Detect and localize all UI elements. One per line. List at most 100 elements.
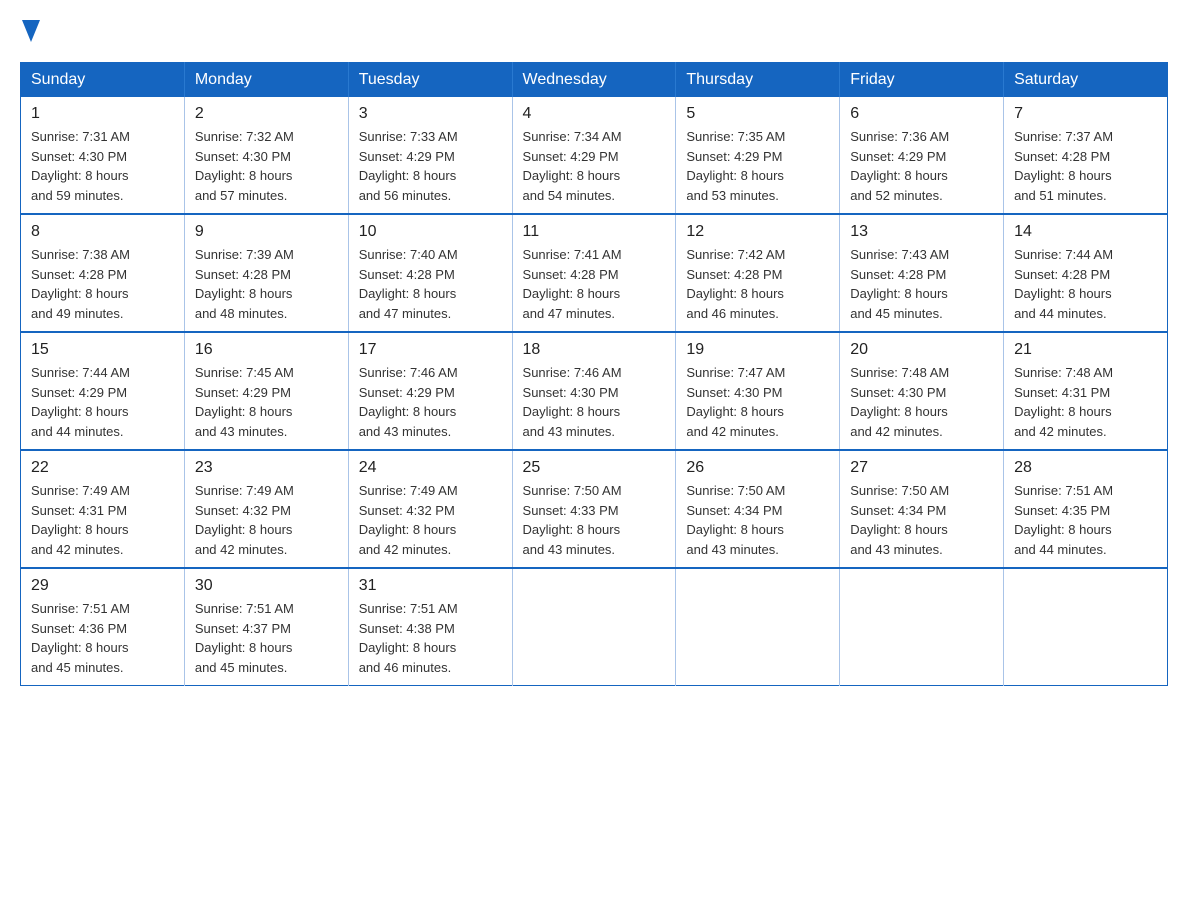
day-info: Sunrise: 7:31 AM Sunset: 4:30 PM Dayligh… xyxy=(31,127,174,205)
calendar-cell: 4 Sunrise: 7:34 AM Sunset: 4:29 PM Dayli… xyxy=(512,97,676,214)
weekday-wednesday: Wednesday xyxy=(512,63,676,98)
day-number: 3 xyxy=(359,105,502,123)
calendar-cell: 7 Sunrise: 7:37 AM Sunset: 4:28 PM Dayli… xyxy=(1004,97,1168,214)
day-number: 1 xyxy=(31,105,174,123)
calendar-cell: 28 Sunrise: 7:51 AM Sunset: 4:35 PM Dayl… xyxy=(1004,450,1168,568)
day-number: 16 xyxy=(195,341,338,359)
day-info: Sunrise: 7:50 AM Sunset: 4:34 PM Dayligh… xyxy=(686,481,829,559)
calendar-cell: 29 Sunrise: 7:51 AM Sunset: 4:36 PM Dayl… xyxy=(21,568,185,686)
calendar-week-1: 1 Sunrise: 7:31 AM Sunset: 4:30 PM Dayli… xyxy=(21,97,1168,214)
calendar-cell: 26 Sunrise: 7:50 AM Sunset: 4:34 PM Dayl… xyxy=(676,450,840,568)
day-info: Sunrise: 7:33 AM Sunset: 4:29 PM Dayligh… xyxy=(359,127,502,205)
day-info: Sunrise: 7:39 AM Sunset: 4:28 PM Dayligh… xyxy=(195,245,338,323)
calendar-table: SundayMondayTuesdayWednesdayThursdayFrid… xyxy=(20,62,1168,686)
calendar-week-4: 22 Sunrise: 7:49 AM Sunset: 4:31 PM Dayl… xyxy=(21,450,1168,568)
weekday-thursday: Thursday xyxy=(676,63,840,98)
calendar-cell: 31 Sunrise: 7:51 AM Sunset: 4:38 PM Dayl… xyxy=(348,568,512,686)
day-number: 23 xyxy=(195,459,338,477)
day-info: Sunrise: 7:50 AM Sunset: 4:33 PM Dayligh… xyxy=(523,481,666,559)
calendar-cell: 9 Sunrise: 7:39 AM Sunset: 4:28 PM Dayli… xyxy=(184,214,348,332)
logo xyxy=(20,20,40,42)
calendar-cell: 25 Sunrise: 7:50 AM Sunset: 4:33 PM Dayl… xyxy=(512,450,676,568)
day-info: Sunrise: 7:49 AM Sunset: 4:31 PM Dayligh… xyxy=(31,481,174,559)
day-number: 12 xyxy=(686,223,829,241)
weekday-monday: Monday xyxy=(184,63,348,98)
calendar-cell: 24 Sunrise: 7:49 AM Sunset: 4:32 PM Dayl… xyxy=(348,450,512,568)
weekday-header-row: SundayMondayTuesdayWednesdayThursdayFrid… xyxy=(21,63,1168,98)
calendar-cell xyxy=(512,568,676,686)
day-number: 27 xyxy=(850,459,993,477)
day-number: 21 xyxy=(1014,341,1157,359)
day-number: 14 xyxy=(1014,223,1157,241)
day-number: 7 xyxy=(1014,105,1157,123)
day-info: Sunrise: 7:48 AM Sunset: 4:30 PM Dayligh… xyxy=(850,363,993,441)
day-number: 11 xyxy=(523,223,666,241)
calendar-cell: 27 Sunrise: 7:50 AM Sunset: 4:34 PM Dayl… xyxy=(840,450,1004,568)
day-info: Sunrise: 7:49 AM Sunset: 4:32 PM Dayligh… xyxy=(359,481,502,559)
day-number: 22 xyxy=(31,459,174,477)
calendar-week-3: 15 Sunrise: 7:44 AM Sunset: 4:29 PM Dayl… xyxy=(21,332,1168,450)
calendar-cell: 23 Sunrise: 7:49 AM Sunset: 4:32 PM Dayl… xyxy=(184,450,348,568)
calendar-cell: 21 Sunrise: 7:48 AM Sunset: 4:31 PM Dayl… xyxy=(1004,332,1168,450)
day-info: Sunrise: 7:46 AM Sunset: 4:30 PM Dayligh… xyxy=(523,363,666,441)
calendar-cell: 1 Sunrise: 7:31 AM Sunset: 4:30 PM Dayli… xyxy=(21,97,185,214)
day-number: 30 xyxy=(195,577,338,595)
calendar-cell: 22 Sunrise: 7:49 AM Sunset: 4:31 PM Dayl… xyxy=(21,450,185,568)
calendar-cell: 20 Sunrise: 7:48 AM Sunset: 4:30 PM Dayl… xyxy=(840,332,1004,450)
day-number: 10 xyxy=(359,223,502,241)
calendar-cell: 12 Sunrise: 7:42 AM Sunset: 4:28 PM Dayl… xyxy=(676,214,840,332)
day-number: 15 xyxy=(31,341,174,359)
calendar-body: 1 Sunrise: 7:31 AM Sunset: 4:30 PM Dayli… xyxy=(21,97,1168,686)
calendar-cell: 6 Sunrise: 7:36 AM Sunset: 4:29 PM Dayli… xyxy=(840,97,1004,214)
day-info: Sunrise: 7:51 AM Sunset: 4:35 PM Dayligh… xyxy=(1014,481,1157,559)
day-info: Sunrise: 7:50 AM Sunset: 4:34 PM Dayligh… xyxy=(850,481,993,559)
day-info: Sunrise: 7:43 AM Sunset: 4:28 PM Dayligh… xyxy=(850,245,993,323)
day-number: 8 xyxy=(31,223,174,241)
day-number: 25 xyxy=(523,459,666,477)
day-number: 28 xyxy=(1014,459,1157,477)
calendar-cell: 11 Sunrise: 7:41 AM Sunset: 4:28 PM Dayl… xyxy=(512,214,676,332)
day-info: Sunrise: 7:46 AM Sunset: 4:29 PM Dayligh… xyxy=(359,363,502,441)
day-info: Sunrise: 7:48 AM Sunset: 4:31 PM Dayligh… xyxy=(1014,363,1157,441)
day-number: 18 xyxy=(523,341,666,359)
day-number: 17 xyxy=(359,341,502,359)
calendar-week-5: 29 Sunrise: 7:51 AM Sunset: 4:36 PM Dayl… xyxy=(21,568,1168,686)
day-number: 4 xyxy=(523,105,666,123)
day-number: 29 xyxy=(31,577,174,595)
weekday-tuesday: Tuesday xyxy=(348,63,512,98)
calendar-cell: 10 Sunrise: 7:40 AM Sunset: 4:28 PM Dayl… xyxy=(348,214,512,332)
calendar-cell: 3 Sunrise: 7:33 AM Sunset: 4:29 PM Dayli… xyxy=(348,97,512,214)
day-info: Sunrise: 7:38 AM Sunset: 4:28 PM Dayligh… xyxy=(31,245,174,323)
day-info: Sunrise: 7:36 AM Sunset: 4:29 PM Dayligh… xyxy=(850,127,993,205)
day-info: Sunrise: 7:44 AM Sunset: 4:28 PM Dayligh… xyxy=(1014,245,1157,323)
day-number: 13 xyxy=(850,223,993,241)
calendar-cell: 8 Sunrise: 7:38 AM Sunset: 4:28 PM Dayli… xyxy=(21,214,185,332)
day-info: Sunrise: 7:51 AM Sunset: 4:36 PM Dayligh… xyxy=(31,599,174,677)
calendar-cell: 2 Sunrise: 7:32 AM Sunset: 4:30 PM Dayli… xyxy=(184,97,348,214)
day-info: Sunrise: 7:49 AM Sunset: 4:32 PM Dayligh… xyxy=(195,481,338,559)
weekday-friday: Friday xyxy=(840,63,1004,98)
day-info: Sunrise: 7:32 AM Sunset: 4:30 PM Dayligh… xyxy=(195,127,338,205)
calendar-cell: 17 Sunrise: 7:46 AM Sunset: 4:29 PM Dayl… xyxy=(348,332,512,450)
calendar-cell: 14 Sunrise: 7:44 AM Sunset: 4:28 PM Dayl… xyxy=(1004,214,1168,332)
weekday-saturday: Saturday xyxy=(1004,63,1168,98)
day-info: Sunrise: 7:44 AM Sunset: 4:29 PM Dayligh… xyxy=(31,363,174,441)
calendar-week-2: 8 Sunrise: 7:38 AM Sunset: 4:28 PM Dayli… xyxy=(21,214,1168,332)
day-info: Sunrise: 7:42 AM Sunset: 4:28 PM Dayligh… xyxy=(686,245,829,323)
day-info: Sunrise: 7:40 AM Sunset: 4:28 PM Dayligh… xyxy=(359,245,502,323)
calendar-cell: 5 Sunrise: 7:35 AM Sunset: 4:29 PM Dayli… xyxy=(676,97,840,214)
calendar-cell: 19 Sunrise: 7:47 AM Sunset: 4:30 PM Dayl… xyxy=(676,332,840,450)
day-info: Sunrise: 7:34 AM Sunset: 4:29 PM Dayligh… xyxy=(523,127,666,205)
day-number: 6 xyxy=(850,105,993,123)
day-number: 20 xyxy=(850,341,993,359)
day-info: Sunrise: 7:37 AM Sunset: 4:28 PM Dayligh… xyxy=(1014,127,1157,205)
calendar-cell: 18 Sunrise: 7:46 AM Sunset: 4:30 PM Dayl… xyxy=(512,332,676,450)
day-info: Sunrise: 7:51 AM Sunset: 4:37 PM Dayligh… xyxy=(195,599,338,677)
calendar-header: SundayMondayTuesdayWednesdayThursdayFrid… xyxy=(21,63,1168,98)
day-number: 9 xyxy=(195,223,338,241)
day-number: 19 xyxy=(686,341,829,359)
day-number: 24 xyxy=(359,459,502,477)
calendar-cell xyxy=(840,568,1004,686)
day-number: 2 xyxy=(195,105,338,123)
day-info: Sunrise: 7:35 AM Sunset: 4:29 PM Dayligh… xyxy=(686,127,829,205)
